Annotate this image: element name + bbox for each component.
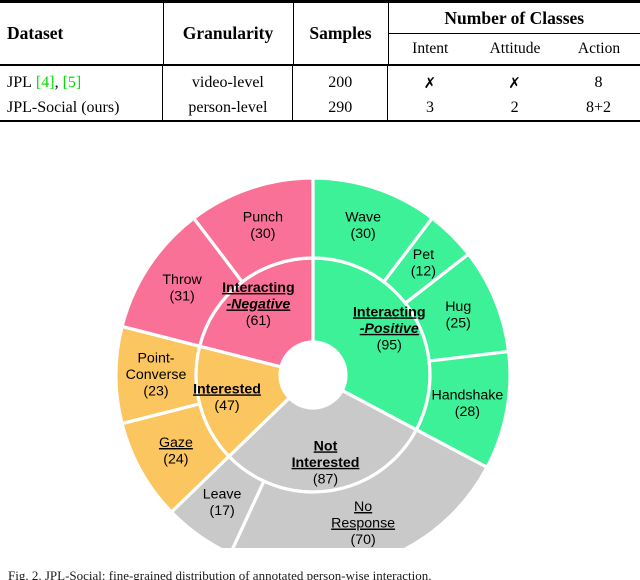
inner-label-interested-line-2: (47) bbox=[214, 398, 239, 414]
inner-label-not-interested-line-2: Interested bbox=[292, 455, 360, 471]
cell-samples: 200 bbox=[292, 66, 388, 95]
cell-intent: ✗ bbox=[387, 66, 472, 95]
inner-label-interacting-positive-line-3: (95) bbox=[377, 337, 402, 353]
inner-label-not-interested-line-1: Not bbox=[314, 438, 338, 454]
outer-label-wave-line-1: Wave bbox=[345, 210, 381, 226]
citation-link-5[interactable]: [5] bbox=[63, 74, 82, 91]
outer-label-gaze-line-1: Gaze bbox=[159, 435, 193, 451]
sunburst-svg: Wave(30)Pet(12)Hug(25)Handshake(28)NoRes… bbox=[114, 176, 512, 548]
outer-label-point-converse-line-1: Point- bbox=[137, 350, 174, 366]
cell-attitude: ✗ bbox=[508, 73, 521, 92]
outer-label-hug-line-1: Hug bbox=[445, 299, 471, 315]
dataset-label: JPL bbox=[7, 73, 32, 91]
outer-label-leave-line-1: Leave bbox=[203, 487, 242, 503]
cell-dataset-name: JPL-Social (ours) bbox=[7, 98, 120, 116]
outer-label-no-response-line-1: No bbox=[354, 499, 372, 515]
header-dataset: Dataset bbox=[7, 23, 64, 43]
sunburst-slices bbox=[114, 176, 512, 548]
outer-label-point-converse-line-3: (23) bbox=[143, 383, 168, 399]
outer-label-no-response-line-2: Response bbox=[331, 516, 395, 532]
sunburst-chart: Wave (30) Pet (12) Hug (25) Handshake (28) No Res… bbox=[0, 148, 640, 548]
table-row: JPL [4], [5] video-level 200 ✗ ✗ 8 bbox=[0, 66, 640, 95]
header-number-of-classes: Number of Classes bbox=[387, 3, 640, 34]
outer-label-handshake-line-2: (28) bbox=[455, 404, 480, 420]
inner-label-interacting-negative-line-3: (61) bbox=[246, 313, 271, 329]
cell-action: 8+2 bbox=[586, 98, 612, 116]
dataset-comparison-table: Dataset Granularity Samples Number of Cl… bbox=[0, 0, 640, 122]
outer-label-handshake-line-1: Handshake bbox=[431, 387, 503, 403]
inner-label-interacting-positive-line-2: -Positive bbox=[360, 321, 419, 337]
outer-label-hug-line-2: (25) bbox=[446, 315, 471, 331]
table-row: JPL-Social (ours) person-level 290 3 2 8… bbox=[0, 95, 640, 120]
figure-page: Dataset Granularity Samples Number of Cl… bbox=[0, 0, 640, 580]
table-header-row-1: Dataset Granularity Samples Number of Cl… bbox=[0, 3, 640, 64]
outer-label-point-converse-line-2: Converse bbox=[126, 367, 187, 383]
outer-label-wave-line-2: (30) bbox=[351, 226, 376, 242]
table-bottom-rule bbox=[0, 120, 640, 122]
outer-label-throw-line-1: Throw bbox=[162, 272, 202, 288]
cell-intent: 3 bbox=[387, 95, 472, 120]
header-granularity: Granularity bbox=[162, 3, 293, 64]
inner-label-interacting-negative-line-1: Interacting bbox=[222, 280, 295, 296]
outer-label-punch-line-1: Punch bbox=[243, 210, 283, 226]
outer-label-pet-line-2: (12) bbox=[411, 263, 436, 279]
cell-attitude: 2 bbox=[510, 98, 519, 116]
inner-label-interacting-negative-line-2: -Negative bbox=[226, 296, 290, 312]
citation-link-4[interactable]: [4] bbox=[36, 74, 55, 91]
outer-label-punch-line-2: (30) bbox=[250, 226, 275, 242]
subheader-intent: Intent bbox=[387, 33, 472, 64]
outer-label-gaze-line-2: (24) bbox=[163, 452, 188, 468]
outer-label-throw-line-2: (31) bbox=[169, 288, 194, 304]
subheader-action: Action bbox=[558, 33, 640, 64]
inner-label-interested-line-1: Interested bbox=[193, 381, 261, 397]
cell-samples: 290 bbox=[292, 95, 388, 120]
outer-label-pet-line-1: Pet bbox=[413, 247, 434, 263]
inner-label-interacting-positive-line-1: Interacting bbox=[353, 304, 426, 320]
figure-caption: Fig. 2. JPL-Social: fine-grained distrib… bbox=[8, 568, 432, 580]
header-samples: Samples bbox=[292, 3, 388, 64]
cell-granularity: person-level bbox=[162, 95, 293, 120]
inner-label-not-interested-line-3: (87) bbox=[313, 471, 338, 487]
subheader-attitude: Attitude bbox=[472, 33, 558, 64]
cell-granularity: video-level bbox=[162, 66, 293, 95]
outer-label-leave-line-2: (17) bbox=[209, 503, 234, 519]
cell-dataset-name: JPL [4], [5] bbox=[0, 66, 163, 95]
cell-action: 8 bbox=[594, 73, 603, 91]
outer-label-no-response-line-3: (70) bbox=[351, 532, 376, 548]
